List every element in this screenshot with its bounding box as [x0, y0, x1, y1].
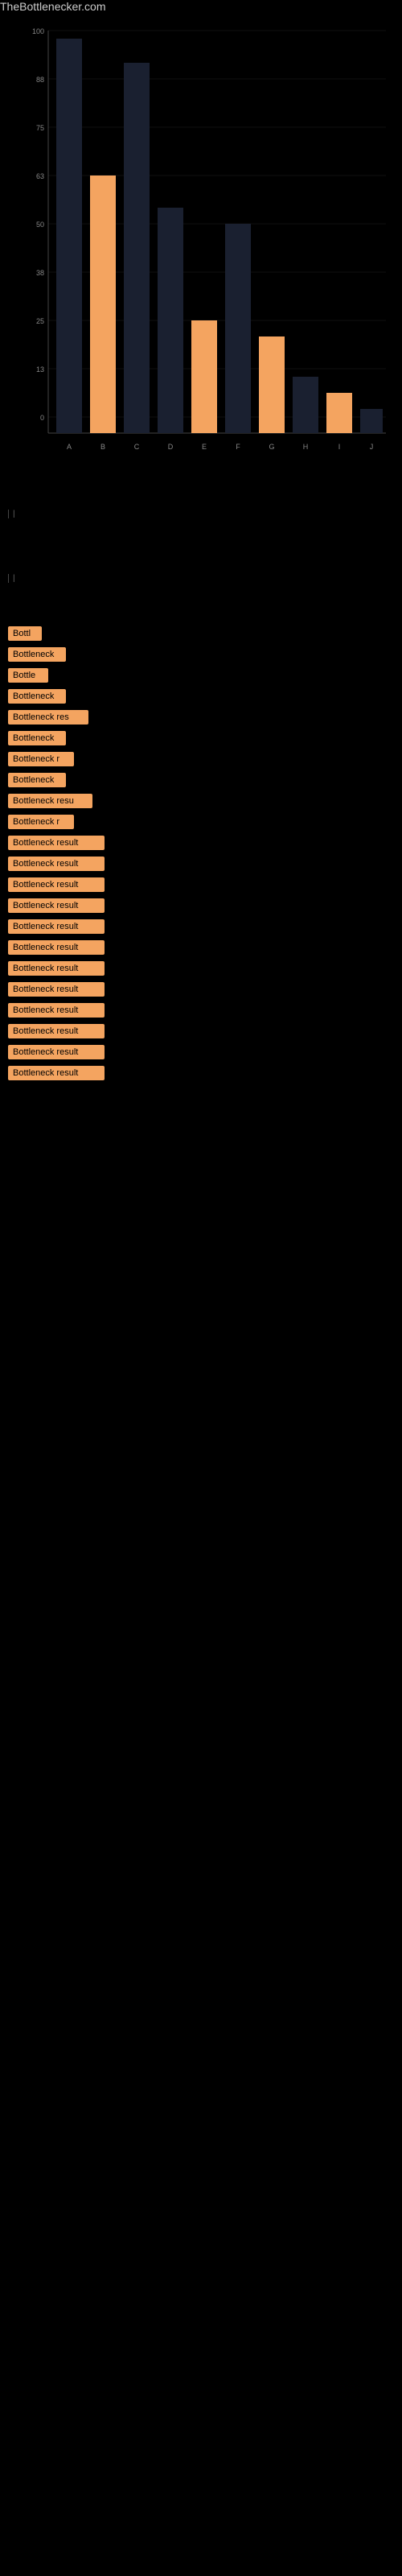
svg-text:88: 88: [36, 76, 44, 84]
bottleneck-item-3: Bottle: [8, 668, 394, 683]
bottleneck-list: Bottl Bottleneck Bottle Bottleneck Bottlenec…: [0, 610, 402, 1095]
bottleneck-item-10: Bottleneck r: [8, 815, 394, 829]
bottleneck-item-16: Bottleneck result: [8, 940, 394, 955]
bottleneck-badge-1: Bottl: [8, 626, 42, 641]
svg-text:63: 63: [36, 172, 44, 180]
bottleneck-item-12: Bottleneck result: [8, 857, 394, 871]
bottleneck-badge-3: Bottle: [8, 668, 48, 683]
bottleneck-item-21: Bottleneck result: [8, 1045, 394, 1059]
bottleneck-item-11: Bottleneck result: [8, 836, 394, 850]
label-area-2: |: [0, 546, 402, 610]
page-container: TheBottlenecker.com 100 88 75: [0, 0, 402, 1095]
bottleneck-badge-21: Bottleneck result: [8, 1045, 105, 1059]
svg-text:B: B: [100, 443, 105, 451]
svg-text:25: 25: [36, 317, 44, 325]
bottleneck-item-17: Bottleneck result: [8, 961, 394, 976]
bottleneck-badge-16: Bottleneck result: [8, 940, 105, 955]
svg-text:H: H: [303, 443, 309, 451]
bottleneck-badge-7: Bottleneck r: [8, 752, 74, 766]
bottleneck-badge-14: Bottleneck result: [8, 898, 105, 913]
svg-text:D: D: [168, 443, 174, 451]
bottleneck-item-8: Bottleneck: [8, 773, 394, 787]
svg-text:100: 100: [32, 27, 44, 35]
svg-text:J: J: [370, 443, 374, 451]
svg-text:13: 13: [36, 365, 44, 374]
bottleneck-badge-5: Bottleneck res: [8, 710, 88, 724]
bottleneck-badge-11: Bottleneck result: [8, 836, 105, 850]
bottleneck-badge-22: Bottleneck result: [8, 1066, 105, 1080]
bottleneck-item-7: Bottleneck r: [8, 752, 394, 766]
svg-text:A: A: [67, 443, 72, 451]
bottleneck-item-20: Bottleneck result: [8, 1024, 394, 1038]
bottleneck-item-1: Bottl: [8, 626, 394, 641]
bottleneck-badge-10: Bottleneck r: [8, 815, 74, 829]
bottleneck-item-18: Bottleneck result: [8, 982, 394, 997]
bottleneck-badge-8: Bottleneck: [8, 773, 66, 787]
svg-text:F: F: [236, 443, 240, 451]
label-area: |: [0, 481, 402, 546]
bottleneck-badge-15: Bottleneck result: [8, 919, 105, 934]
chart-svg: 100 88 75 63 50 38 25 13 0: [0, 14, 402, 481]
bottleneck-item-9: Bottleneck resu: [8, 794, 394, 808]
bottleneck-badge-17: Bottleneck result: [8, 961, 105, 976]
bottleneck-item-14: Bottleneck result: [8, 898, 394, 913]
bottleneck-badge-4: Bottleneck: [8, 689, 66, 704]
bottleneck-item-15: Bottleneck result: [8, 919, 394, 934]
site-title-bar: TheBottlenecker.com: [0, 0, 402, 14]
bottleneck-badge-20: Bottleneck result: [8, 1024, 105, 1038]
bottleneck-badge-9: Bottleneck resu: [8, 794, 92, 808]
bottleneck-badge-2: Bottleneck: [8, 647, 66, 662]
bottleneck-badge-6: Bottleneck: [8, 731, 66, 745]
bottleneck-item-13: Bottleneck result: [8, 877, 394, 892]
svg-text:75: 75: [36, 124, 44, 132]
svg-text:I: I: [338, 443, 341, 451]
bottleneck-badge-18: Bottleneck result: [8, 982, 105, 997]
svg-text:C: C: [134, 443, 140, 451]
svg-text:38: 38: [36, 269, 44, 277]
bottleneck-item-2: Bottleneck: [8, 647, 394, 662]
bottleneck-badge-13: Bottleneck result: [8, 877, 105, 892]
y-axis-label: |: [8, 510, 15, 518]
bottleneck-badge-12: Bottleneck result: [8, 857, 105, 871]
svg-text:E: E: [202, 443, 207, 451]
svg-text:0: 0: [40, 414, 44, 422]
bottleneck-item-22: Bottleneck result: [8, 1066, 394, 1080]
bottleneck-item-19: Bottleneck result: [8, 1003, 394, 1018]
chart-area: 100 88 75 63 50 38 25 13 0: [0, 14, 402, 481]
site-title: TheBottlenecker.com: [0, 0, 106, 16]
bottleneck-item-6: Bottleneck: [8, 731, 394, 745]
svg-text:G: G: [269, 443, 274, 451]
bottleneck-item-4: Bottleneck: [8, 689, 394, 704]
y-axis-label-2: |: [8, 574, 15, 583]
svg-text:50: 50: [36, 221, 44, 229]
bottleneck-badge-19: Bottleneck result: [8, 1003, 105, 1018]
bottleneck-item-5: Bottleneck res: [8, 710, 394, 724]
